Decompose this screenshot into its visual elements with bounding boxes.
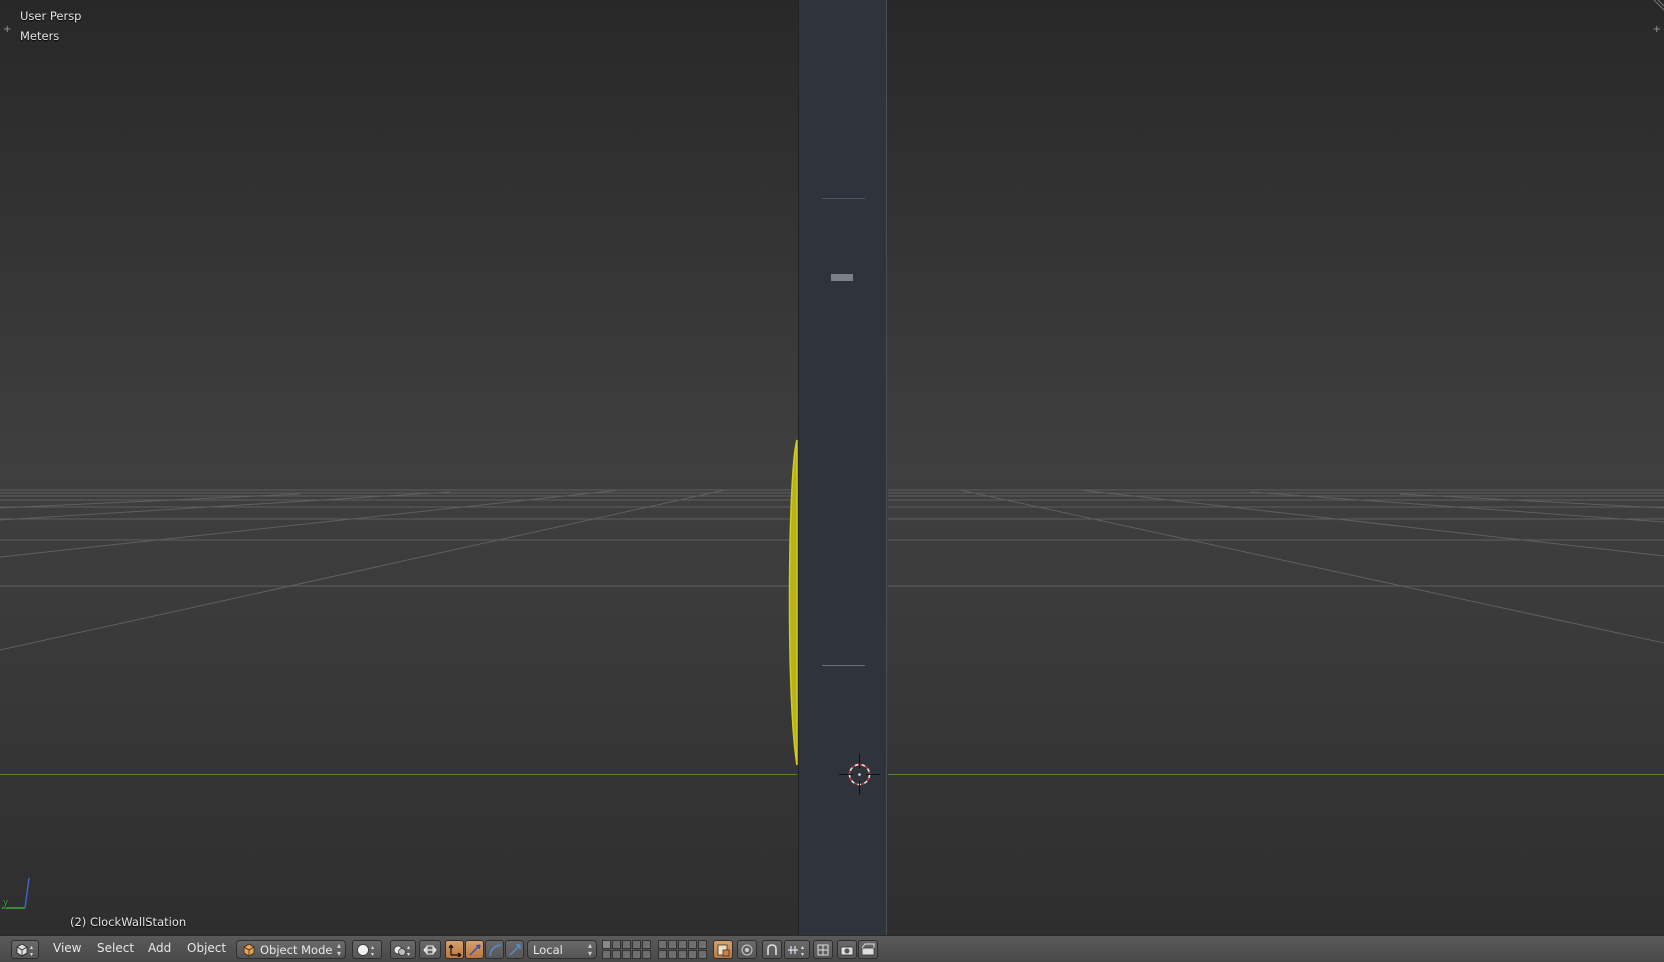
layer-button[interactable] — [602, 950, 611, 959]
svg-text:▴: ▴ — [30, 944, 33, 951]
svg-text:▾: ▾ — [801, 951, 804, 957]
view-name: User Persp — [20, 9, 82, 23]
layer-button[interactable] — [642, 950, 651, 959]
snap-toggle-button[interactable] — [762, 940, 782, 959]
opengl-render-icon — [840, 946, 854, 955]
layer-button[interactable] — [602, 940, 611, 949]
translate-manipulator-button[interactable] — [445, 940, 464, 959]
scale-manipulator-button[interactable] — [505, 940, 524, 959]
scale-arrow-icon — [509, 943, 521, 955]
layer-button[interactable] — [668, 950, 677, 959]
opengl-animation-button[interactable] — [858, 940, 878, 959]
opengl-animation-icon — [861, 943, 875, 955]
3d-viewport[interactable]: User Persp Meters (2) ClockWallStation y… — [0, 0, 1664, 935]
layer-button[interactable] — [632, 950, 641, 959]
split-area-widget-left[interactable]: + — [3, 24, 11, 35]
proportional-edit-button[interactable] — [737, 940, 757, 959]
svg-text:▾: ▾ — [30, 951, 33, 957]
snap-target-icon — [817, 944, 829, 955]
layer-button[interactable] — [612, 940, 621, 949]
layer-button[interactable] — [612, 950, 621, 959]
wall-pillar[interactable] — [799, 0, 887, 935]
layer-button[interactable] — [622, 950, 631, 959]
snap-element-button[interactable]: ▴ ▾ — [784, 940, 810, 959]
editor-type-button[interactable]: ▴ ▾ — [11, 940, 39, 959]
opengl-render-button[interactable] — [837, 940, 857, 959]
rotate-arc-button[interactable] — [485, 940, 504, 959]
viewport-header: ▴ ▾ View Select Add Object Object Mode ▴… — [0, 935, 1664, 962]
transform-orientation-dropdown[interactable]: Local ▴ ▾ — [527, 940, 597, 959]
3d-view-icon: ▴ ▾ — [16, 943, 33, 957]
layer-button[interactable] — [698, 940, 707, 949]
layers-grid-b[interactable] — [658, 940, 707, 959]
layer-button[interactable] — [658, 940, 667, 949]
rotate-manipulator-icon — [469, 943, 481, 955]
layer-button[interactable] — [668, 940, 677, 949]
manipulator-toggle-icon — [423, 945, 437, 954]
layer-button[interactable] — [688, 940, 697, 949]
scale-manipulator-icon — [488, 943, 501, 956]
transform-orientation-label: Local — [533, 942, 563, 957]
manipulator-toggle-button[interactable] — [419, 940, 441, 959]
snap-target-button[interactable] — [813, 940, 833, 959]
active-object-info: (2) ClockWallStation — [70, 915, 187, 929]
menu-select[interactable]: Select — [97, 941, 134, 955]
rotate-manipulator-button[interactable] — [465, 940, 484, 959]
svg-text:▴: ▴ — [371, 944, 374, 951]
split-area-widget-right[interactable]: + — [1653, 24, 1661, 35]
proportional-edit-icon — [741, 944, 753, 955]
viewport-shading-icon: ▴ ▾ — [357, 944, 374, 957]
layer-button[interactable] — [678, 950, 687, 959]
axis-y-label: y — [3, 898, 9, 908]
layers-grid-a[interactable] — [602, 940, 651, 959]
svg-text:▴: ▴ — [407, 944, 410, 951]
layer-button[interactable] — [688, 950, 697, 959]
viewport-scene — [0, 0, 1664, 935]
units-label: Meters — [20, 29, 60, 43]
mode-label: Object Mode — [260, 942, 333, 957]
pivot-point-button[interactable]: ▴ ▾ — [390, 940, 416, 959]
translate-manipulator-icon — [448, 944, 461, 957]
object-mode-icon — [243, 943, 255, 956]
svg-text:▾: ▾ — [407, 951, 410, 957]
lock-layers-icon — [717, 944, 730, 956]
pivot-point-icon: ▴ ▾ — [393, 944, 410, 957]
menu-view[interactable]: View — [53, 941, 81, 955]
layer-button[interactable] — [678, 940, 687, 949]
layer-button[interactable] — [698, 950, 707, 959]
viewport-shading-button[interactable]: ▴ ▾ — [352, 940, 382, 959]
corner-drag-icon[interactable] — [1650, 0, 1664, 14]
layer-button[interactable] — [642, 940, 651, 949]
selected-clock-object[interactable] — [788, 439, 798, 766]
layer-button[interactable] — [658, 950, 667, 959]
chevron-updown-icon: ▴ ▾ — [336, 941, 341, 958]
snap-element-icon: ▴ ▾ — [788, 944, 804, 957]
chevron-updown-icon: ▴ ▾ — [587, 941, 592, 958]
lock-layers-button[interactable] — [713, 940, 733, 959]
menu-add[interactable]: Add — [148, 941, 171, 955]
menu-object[interactable]: Object — [187, 941, 226, 955]
svg-text:▾: ▾ — [371, 951, 374, 957]
layer-button[interactable] — [622, 940, 631, 949]
snap-toggle-icon — [767, 943, 777, 955]
svg-text:▴: ▴ — [801, 944, 804, 951]
pillar-detail-block — [831, 274, 853, 281]
layer-button[interactable] — [632, 940, 641, 949]
mode-dropdown[interactable]: Object Mode ▴ ▾ — [236, 940, 346, 959]
